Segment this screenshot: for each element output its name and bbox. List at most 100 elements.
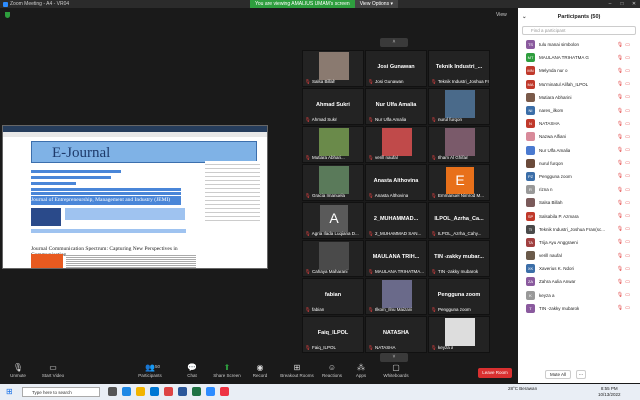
mic-video-off-icon: 🎙▭ <box>616 239 632 246</box>
participant-row[interactable]: SP Salsabila P. Azmara 🎙▭ <box>518 209 640 222</box>
tile-name-label: 🎙 Pengguna zoom <box>431 307 471 313</box>
viewing-banner: You are viewing AMALIUS UMAM's screen Vi… <box>250 0 398 8</box>
participant-row[interactable]: N NATASHA 🎙▭ <box>518 117 640 130</box>
participant-row[interactable]: Kkeyza a 🎙▭ <box>518 289 640 302</box>
taskbar-clock[interactable]: 8:55 PM 10/13/2022 <box>598 386 621 398</box>
participant-row[interactable]: XK Xaverius K. Ndori 🎙▭ <box>518 262 640 275</box>
share-screen-button[interactable]: ⬆ Share Screen <box>210 363 244 378</box>
close-button[interactable]: ✕ <box>628 0 640 8</box>
video-tile[interactable]: Ahmad Sukri 🎙 Ahmad Sukri <box>302 88 364 125</box>
start-video-button[interactable]: ▭ Start Video <box>38 363 68 378</box>
video-tile[interactable]: 🎙 Cahaya Maharani <box>302 240 364 277</box>
store-icon[interactable] <box>150 387 159 396</box>
tile-name-label: 🎙 Mutiara Abhari... <box>305 155 345 161</box>
view-button[interactable]: View <box>496 12 507 18</box>
participant-row[interactable]: MN Melynda nur o 🎙▭ <box>518 64 640 77</box>
word-icon[interactable] <box>178 387 187 396</box>
video-tile[interactable]: E 🎙 Emmanuel Nimrod M... <box>428 164 490 201</box>
video-tile[interactable]: 🎙 keyza a <box>428 316 490 353</box>
video-tile[interactable]: 🎙 verill naufal <box>365 126 427 163</box>
mic-off-icon: 🎙 <box>431 231 438 236</box>
video-tile[interactable]: A 🎙 Agria Ilada Luqiana D... <box>302 202 364 239</box>
participants-button[interactable]: 👥 Participants <box>135 363 165 378</box>
video-tile[interactable]: NATASHA 🎙 NATASHA <box>365 316 427 353</box>
video-tile[interactable]: Pengguna zoom 🎙 Pengguna zoom <box>428 278 490 315</box>
unmute-button[interactable]: 🎙 Unmute <box>5 363 31 378</box>
excel-icon[interactable] <box>192 387 201 396</box>
participant-row[interactable]: nurul furqon 🎙▭ <box>518 157 640 170</box>
participants-panel: ⌄ Participants (50) Find a participant T… <box>518 8 640 383</box>
avatar <box>526 145 535 155</box>
tile-label-text: MAULANA TRIHATMA... <box>374 269 425 274</box>
participant-row[interactable]: MA Mu'minatul Alifah_ILPOL 🎙▭ <box>518 78 640 91</box>
video-tile[interactable]: 2_MUHAMMAD... 🎙 2_MUHAMMAD SAN... <box>365 202 427 239</box>
gallery-next-button[interactable]: ˅ <box>380 353 408 362</box>
windows-taskbar: ⊞ Type here to search 28°C Berawan 8:55 … <box>0 384 640 400</box>
participant-row[interactable]: Mutiara Abharini 🎙▭ <box>518 91 640 104</box>
gallery-prev-button[interactable]: ˄ <box>380 38 408 47</box>
participant-row[interactable]: verill naufal 🎙▭ <box>518 249 640 262</box>
participant-row[interactable]: MT MAULANA TRIHATMA G 🎙▭ <box>518 51 640 64</box>
task-view-icon[interactable] <box>108 387 117 396</box>
participant-row[interactable]: TA Trija Ayu Anggraeni 🎙▭ <box>518 236 640 249</box>
video-tile[interactable]: Anasta Althovina 🎙 Anasta Althovina <box>365 164 427 201</box>
record-button[interactable]: ◉ Record <box>250 363 270 378</box>
participant-row[interactable]: PZ Pengguna zoom 🎙▭ <box>518 170 640 183</box>
view-options-button[interactable]: View Options ▾ <box>354 0 398 8</box>
participant-row[interactable]: Nur Ulfa Amalia 🎙▭ <box>518 144 640 157</box>
avatar: PZ <box>526 171 535 181</box>
video-tile[interactable]: TIN -zakky mubar... 🎙 TIN -zakky mubarok <box>428 240 490 277</box>
chrome-icon[interactable] <box>220 387 229 396</box>
mute-all-button[interactable]: Mute All <box>545 370 571 379</box>
video-tile[interactable]: 🎙 nurul furqon <box>428 88 490 125</box>
video-tile[interactable]: MAULANA TRIH... 🎙 MAULANA TRIHATMA... <box>365 240 427 277</box>
participant-row[interactable]: T TIN -zakky mubarok 🎙▭ <box>518 302 640 315</box>
apps-button[interactable]: ⁂ Apps <box>352 363 370 378</box>
leave-room-button[interactable]: Leave Room <box>478 368 512 378</box>
participant-row[interactable]: Rrizna n 🎙▭ <box>518 183 640 196</box>
video-tile[interactable]: Nur Ulfa Amalia 🎙 Nur Ulfa Amalia <box>365 88 427 125</box>
video-tile[interactable]: 🎙 Mutiara Abhari... <box>302 126 364 163</box>
minimize-button[interactable]: – <box>604 0 616 8</box>
more-button[interactable]: ... <box>576 370 586 379</box>
mic-off-icon: 🎙 <box>431 269 438 274</box>
reactions-button[interactable]: ☺ Reactions <box>320 363 344 378</box>
chevron-down-icon[interactable]: ⌄ <box>522 8 527 26</box>
video-tile[interactable]: Josi Gunawan 🎙 Josi Gunawan <box>365 50 427 87</box>
journal1-cover <box>31 208 61 226</box>
zoom-taskbar-icon[interactable] <box>206 387 215 396</box>
mic-video-off-icon: 🎙▭ <box>616 160 632 167</box>
participant-row[interactable]: NI nares_ilkom 🎙▭ <box>518 104 640 117</box>
avatar: MT <box>526 53 535 63</box>
chat-button[interactable]: 💬 Chat <box>183 363 201 378</box>
participant-row[interactable]: TI Teknik Industri_Joshua Fran(sc... 🎙▭ <box>518 223 640 236</box>
journal2-desc <box>66 254 196 268</box>
journal1-title[interactable]: Journal of Entrepreneurship, Management … <box>31 196 181 205</box>
video-tile[interactable]: Faiq_ILPOL 🎙 Faiq_ILPOL <box>302 316 364 353</box>
maximize-button[interactable]: □ <box>616 0 628 8</box>
weather-status[interactable]: 28°C Berawan <box>508 386 537 391</box>
video-tile[interactable]: 🎙 Gracia Imanuela <box>302 164 364 201</box>
video-tile[interactable]: 🎙 Ilkom_Ilnu Maizani <box>365 278 427 315</box>
video-tile[interactable]: 🎙 Ilham Al Ghifari <box>428 126 490 163</box>
video-tile[interactable]: Teknik Industri_... 🎙 Teknik Industri_Jos… <box>428 50 490 87</box>
participant-name: rizna n <box>539 187 553 193</box>
participant-row[interactable]: TS tulu manai simbolon 🎙▭ <box>518 38 640 51</box>
participant-row[interactable]: Salsa Billah 🎙▭ <box>518 196 640 209</box>
participant-photo <box>445 128 475 156</box>
mic-video-off-icon: 🎙▭ <box>616 173 632 180</box>
participant-row[interactable]: Nazwa Alfiani 🎙▭ <box>518 130 640 143</box>
mic-video-off-icon: 🎙▭ <box>616 81 632 88</box>
office-icon[interactable] <box>164 387 173 396</box>
video-tile[interactable]: 🎙 Salsa Billah <box>302 50 364 87</box>
whiteboards-button[interactable]: ▢ Whiteboards <box>380 363 412 378</box>
breakout-rooms-button[interactable]: ⊞ Breakout Rooms <box>277 363 317 378</box>
participant-row[interactable]: ZA Zahra Aulia Anwar 🎙▭ <box>518 275 640 288</box>
edge-icon[interactable] <box>122 387 131 396</box>
participant-search-input[interactable]: Find a participant <box>522 26 636 35</box>
taskbar-search-input[interactable]: Type here to search <box>22 387 100 397</box>
video-tile[interactable]: ILPOL_Azrha_Ca... 🎙 ILPOL_Azrha_Cahy... <box>428 202 490 239</box>
windows-start-icon[interactable]: ⊞ <box>6 387 13 396</box>
file-explorer-icon[interactable] <box>136 387 145 396</box>
video-tile[interactable]: fabian 🎙 fabian <box>302 278 364 315</box>
